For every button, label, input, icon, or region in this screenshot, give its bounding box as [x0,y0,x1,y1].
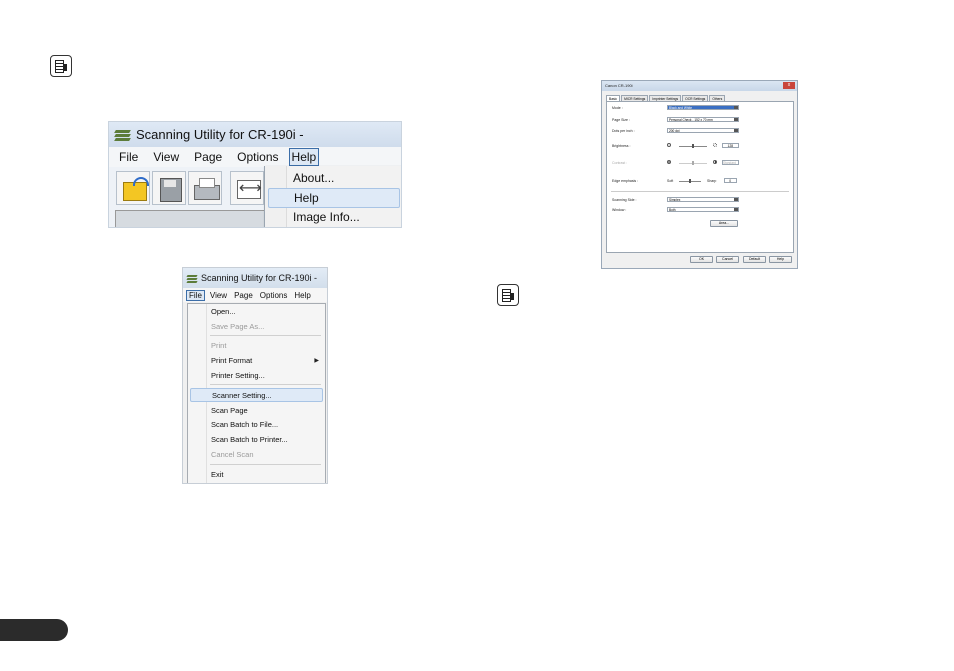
menu-item-about[interactable]: About... [293,171,334,185]
note-icon [50,55,72,77]
area-button[interactable]: Area... [710,220,738,227]
ok-button[interactable]: OK [690,256,713,263]
contrast-slider [679,161,707,165]
slider-thumb [692,161,694,165]
help-button[interactable]: Help [769,256,792,263]
menu-view[interactable]: View [151,149,181,165]
submenu-arrow-icon: ▶ [314,357,319,364]
menu-item-open[interactable]: Open... [211,307,236,316]
mode-label: Mode : [612,106,623,110]
menu-bar: File View Page Options Help [183,288,327,302]
menu-item-print: Print [211,341,227,350]
save-icon[interactable] [152,171,186,205]
menu-help[interactable]: Help [288,148,320,166]
scanning-side-label: Scanning Side : [612,198,637,202]
app-icon [114,127,131,143]
menu-separator [210,335,321,336]
menu-item-print-format[interactable]: Print Format [211,356,252,365]
contrast-high-icon [713,160,717,164]
page-size-label: Page Size : [612,118,630,122]
open-folder-icon[interactable] [116,171,150,205]
brightness-label: Brightness : [612,144,631,148]
toolbar [109,168,269,208]
file-menu-screenshot: Scanning Utility for CR-190i - File View… [182,267,328,484]
image-area [115,210,265,227]
dialog-title: Canon CR-190i [605,83,633,88]
divider [611,191,789,192]
app-icon [186,273,198,284]
basic-panel: Mode : Black and White Page Size : Perso… [606,101,794,253]
menu-item-help[interactable]: Help [268,188,400,208]
mode-select[interactable]: Black and White [667,105,739,110]
menu-item-scan-page[interactable]: Scan Page [211,406,248,415]
window-titlebar: Scanning Utility for CR-190i - [183,268,327,288]
edge-value[interactable]: 0 [724,178,737,183]
dpi-label: Dots per inch : [612,129,635,133]
menu-page[interactable]: Page [192,149,224,165]
fit-width-icon[interactable] [230,171,264,205]
contrast-low-icon [667,160,671,164]
menu-separator [210,464,321,465]
menu-file[interactable]: File [117,149,140,165]
menu-bar: File View Page Options Help [109,147,401,167]
window-label: Window : [612,208,627,212]
window-titlebar: Scanning Utility for CR-190i - [109,122,401,147]
menu-item-save-page-as: Save Page As... [211,322,265,331]
edge-emphasis-label: Edge emphasis : [612,179,639,183]
help-dropdown: About... Help Image Info... [264,166,401,227]
file-dropdown: Open... Save Page As... Print Print Form… [187,303,326,483]
slider-thumb[interactable] [692,144,694,148]
menu-item-printer-setting[interactable]: Printer Setting... [211,371,265,380]
scanning-side-select[interactable]: Simplex [667,197,739,202]
scanner-settings-dialog: Canon CR-190i x Basic MICR Settings Impr… [601,80,798,269]
dialog-titlebar: Canon CR-190i x [602,81,797,91]
default-button[interactable]: Default [743,256,766,263]
contrast-label: Contrast : [612,161,628,165]
menu-file[interactable]: File [186,289,205,301]
close-button[interactable]: x [783,82,795,89]
note-icon [497,284,519,306]
print-icon[interactable] [188,171,222,205]
edge-soft-label: Soft [667,179,674,183]
page-tab-marker [0,619,68,641]
menu-view[interactable]: View [210,291,227,300]
menu-item-exit[interactable]: Exit [211,470,224,479]
brightness-slider[interactable] [679,144,707,148]
edge-slider[interactable] [679,179,701,183]
menu-page[interactable]: Page [234,291,253,300]
menu-options[interactable]: Options [260,291,288,300]
contrast-value: Standard [722,160,739,165]
brightness-value[interactable]: 128 [722,143,739,148]
menu-help[interactable]: Help [294,291,310,300]
menu-item-scanner-setting[interactable]: Scanner Setting... [190,388,323,402]
menu-options[interactable]: Options [235,149,280,165]
brightness-low-icon [667,143,671,147]
help-menu-screenshot: Scanning Utility for CR-190i - File View… [108,121,402,228]
edge-sharp-label: Sharp [707,179,717,183]
window-title: Scanning Utility for CR-190i - [136,127,304,142]
cancel-button[interactable]: Cancel [716,256,739,263]
menu-item-cancel-scan: Cancel Scan [211,450,254,459]
window-title: Scanning Utility for CR-190i - [201,273,318,283]
window-select[interactable]: Both [667,207,739,212]
menu-item-image-info[interactable]: Image Info... [293,210,360,224]
slider-thumb[interactable] [689,179,691,183]
menu-separator [210,384,321,385]
brightness-high-icon [713,143,717,147]
menu-item-scan-batch-printer[interactable]: Scan Batch to Printer... [211,435,288,444]
menu-item-scan-batch-file[interactable]: Scan Batch to File... [211,420,278,429]
page-size-select[interactable]: Personal Check - 152 x 70 mm [667,117,739,122]
dpi-select[interactable]: 200 dpi [667,128,739,133]
